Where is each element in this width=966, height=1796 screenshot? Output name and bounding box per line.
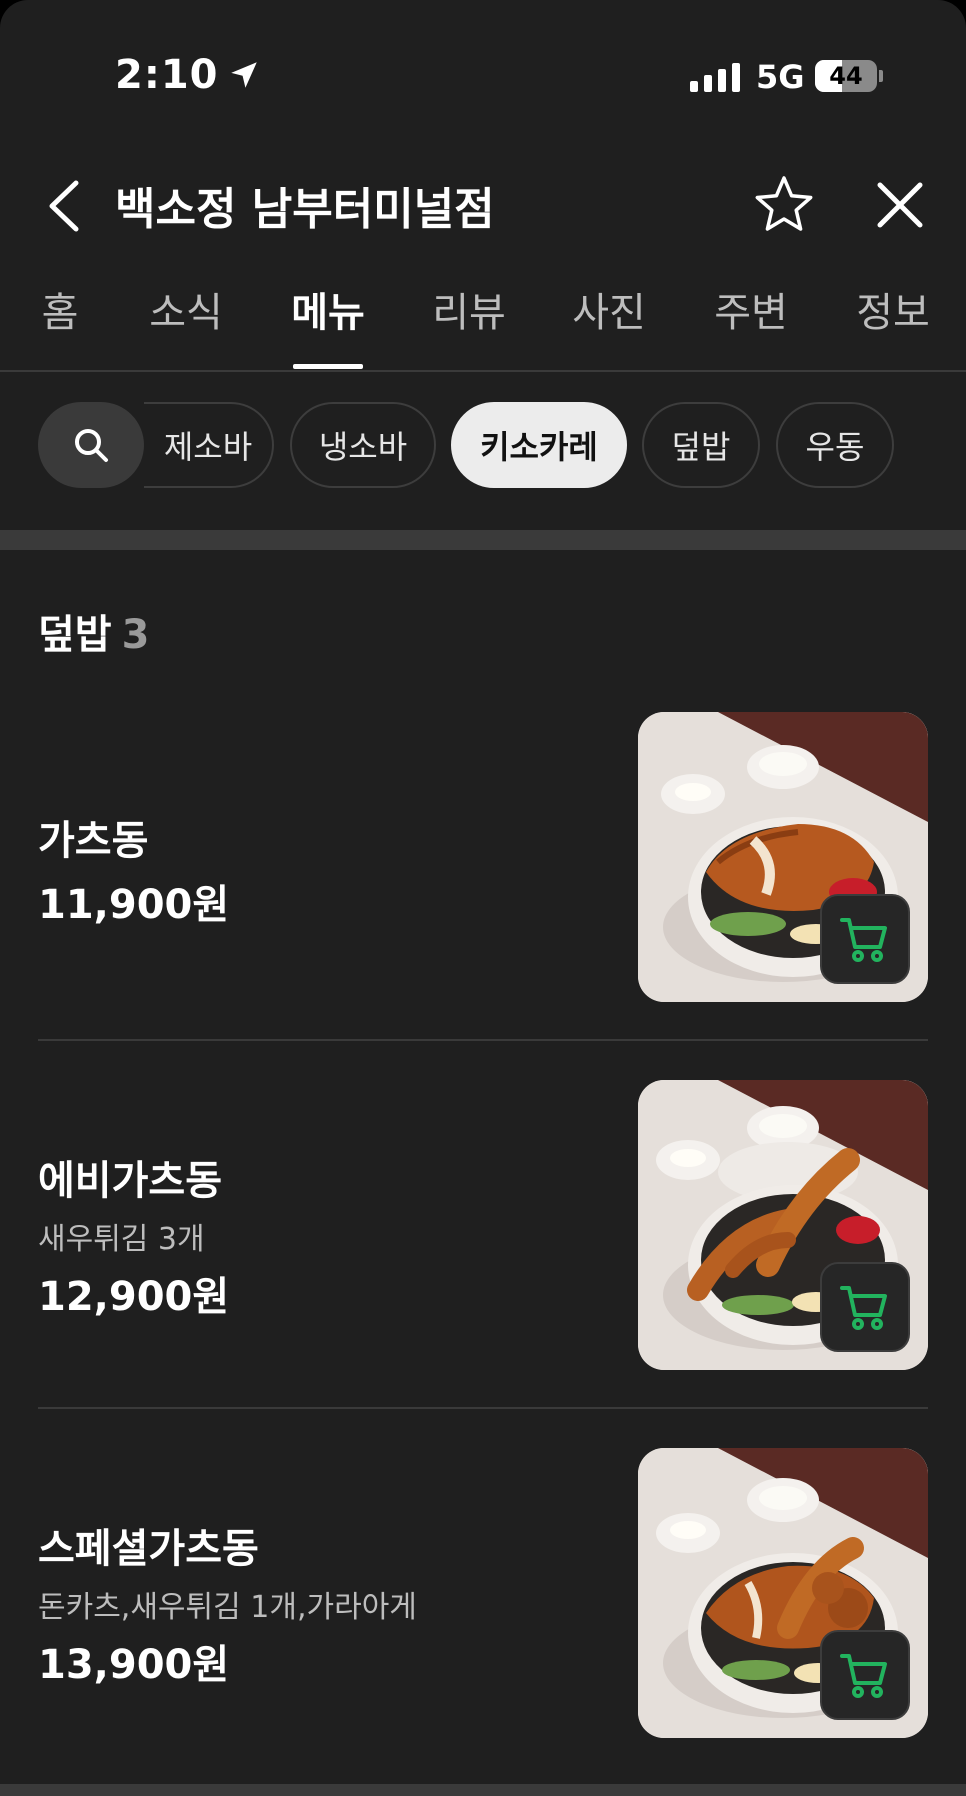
menu-item-price: 13,900원 [38,1642,230,1688]
search-icon [75,429,108,462]
store-header: 백소정 남부터미널점 [0,165,966,245]
tab-home[interactable]: 홈 [42,280,79,338]
row-divider [38,1407,928,1409]
menu-item-photo[interactable] [638,712,928,1002]
menu-item-photo[interactable] [638,1448,928,1738]
close-icon [877,182,923,228]
menu-item[interactable]: 에비가츠동 새우튀김 3개 12,900원 [38,1080,928,1370]
chip-deopbap[interactable]: 덮밥 [642,402,760,488]
close-button[interactable] [870,175,930,235]
menu-item[interactable]: 스페셜가츠동 돈카츠,새우튀김 1개,가라아게 13,900원 [38,1448,928,1738]
chip-jesoba[interactable]: 제소바 [144,402,274,488]
location-arrow-icon [227,58,261,92]
tab-menu[interactable]: 메뉴 [291,280,365,338]
star-icon [755,176,813,231]
cart-icon [840,1286,887,1330]
time-text: 2:10 [115,52,219,98]
section-heading: 덮밥 3 [38,602,149,660]
menu-item-name: 스페셜가츠동 [38,1526,259,1572]
store-title: 백소정 남부터미널점 [115,184,495,235]
battery-icon: 44 [815,60,877,92]
section-title: 덮밥 [38,612,112,658]
cellular-signal-icon [690,60,740,92]
menu-search-button[interactable] [38,402,144,488]
tab-photos[interactable]: 사진 [572,280,646,338]
store-tabs: 홈 소식 메뉴 리뷰 사진 주변 정보 [0,280,966,372]
cart-icon [840,918,887,962]
battery-cap [879,70,883,82]
row-divider [0,1784,966,1796]
status-bar: 2:10 5G 44 [0,0,966,150]
category-chips: 제소바 냉소바 키소카레 덮밥 우동 [0,402,966,488]
menu-item[interactable]: 가츠동 11,900원 [38,712,928,1002]
row-divider [38,1039,928,1041]
chip-kisocurry[interactable]: 키소카레 [451,402,627,488]
menu-item-description: 돈카츠,새우튀김 1개,가라아게 [38,1590,417,1625]
section-divider [0,530,966,550]
tab-reviews[interactable]: 리뷰 [432,280,506,338]
tab-info[interactable]: 정보 [856,280,930,338]
add-to-cart-button[interactable] [820,1630,910,1720]
cart-icon [840,1654,887,1698]
add-to-cart-button[interactable] [820,1262,910,1352]
add-to-cart-button[interactable] [820,894,910,984]
menu-item-description: 새우튀김 3개 [38,1222,205,1257]
chip-udon[interactable]: 우동 [776,402,894,488]
favorite-button[interactable] [752,173,816,237]
tab-nearby[interactable]: 주변 [714,280,788,338]
status-time: 2:10 [115,52,261,98]
battery-level: 44 [829,62,863,90]
menu-item-price: 12,900원 [38,1274,230,1320]
section-count: 3 [121,612,150,658]
menu-item-photo[interactable] [638,1080,928,1370]
back-button[interactable] [40,177,90,235]
tab-news[interactable]: 소식 [149,280,223,338]
active-tab-indicator [293,364,363,369]
chip-naengsoba[interactable]: 냉소바 [290,402,436,488]
menu-item-name: 에비가츠동 [38,1158,222,1204]
menu-item-name: 가츠동 [38,818,149,864]
network-type: 5G [756,58,805,96]
app-screen: 2:10 5G 44 백소정 남부터미널점 홈 소식 메뉴 리뷰 사진 주변 정… [0,0,966,1796]
menu-item-price: 11,900원 [38,882,230,928]
chevron-left-icon [49,180,79,232]
